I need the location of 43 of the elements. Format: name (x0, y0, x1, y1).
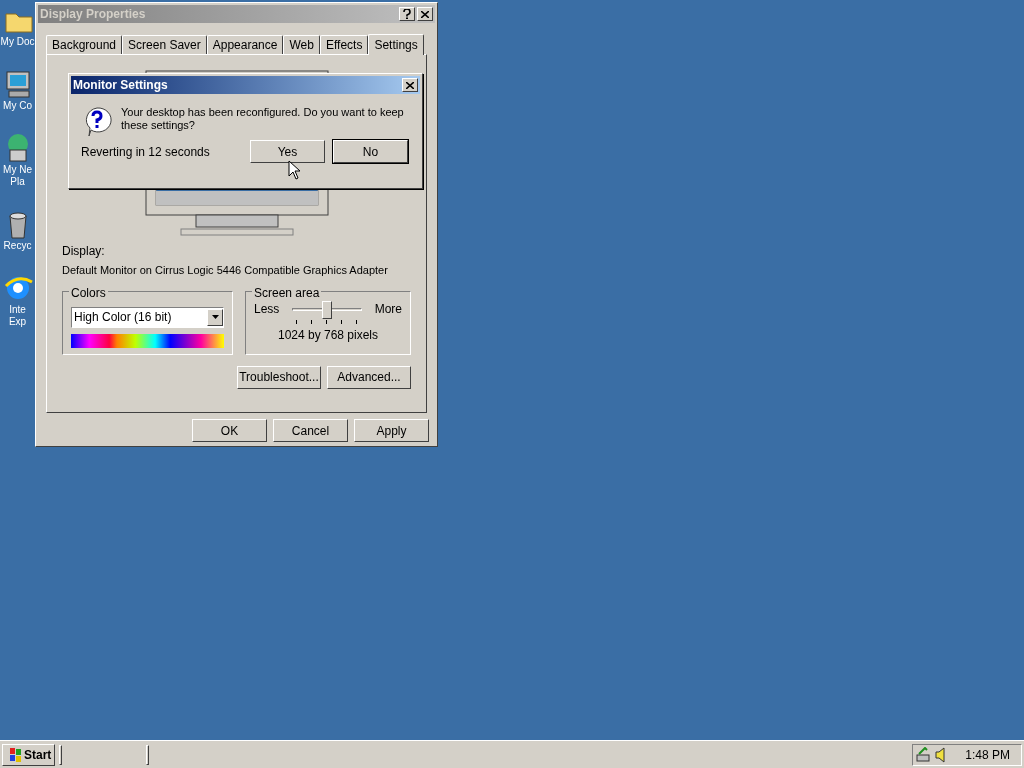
tab[interactable]: Screen Saver (122, 35, 207, 54)
close-icon (421, 10, 429, 18)
start-button[interactable]: Start (2, 743, 56, 766)
window-button[interactable]: Cancel (273, 419, 348, 442)
display-adapter: Default Monitor on Cirrus Logic 5446 Compatible Graphics Adapter (62, 263, 389, 278)
resolution-reading: 1024 by 768 pixels (277, 326, 379, 344)
panel-button[interactable]: Troubleshoot... (237, 365, 321, 389)
close-button[interactable] (417, 7, 433, 21)
icon-label: Exp (8, 316, 27, 328)
tab[interactable]: Background (46, 35, 123, 54)
icon-label: My Ne (3, 164, 32, 176)
tab[interactable]: Effects (319, 35, 369, 54)
slider-thumb[interactable] (322, 300, 332, 319)
window-button[interactable]: OK (192, 419, 267, 442)
dialog-message: Your desktop has been reconfigured. Do you want to keep these settings? (121, 106, 405, 133)
dialog-button[interactable]: Yes (250, 140, 325, 163)
dialog-button[interactable]: No (333, 140, 408, 163)
display-label: Display: (62, 243, 106, 260)
question-mark-icon (403, 9, 411, 19)
network-icon[interactable] (916, 746, 932, 763)
icon-label: Recyc (3, 240, 32, 252)
icon-label: My Doc (0, 36, 35, 48)
help-button[interactable] (399, 7, 415, 21)
more-label: More (374, 300, 402, 318)
less-label: Less (254, 300, 280, 318)
caret-icon (211, 315, 219, 319)
icon-label: Pla (10, 176, 25, 188)
countdown-text: Reverting in 12 seconds (81, 143, 211, 161)
close-icon (406, 81, 414, 89)
clock: 1:48 PM (965, 746, 1010, 764)
window-title: Monitor Settings (73, 77, 168, 94)
tab[interactable]: Settings (368, 34, 424, 55)
window-title: Display Properties (40, 6, 146, 23)
panel-button[interactable]: Advanced... (327, 365, 411, 389)
close-button[interactable] (402, 78, 418, 92)
icon-label: Inte (9, 304, 26, 316)
tab[interactable]: Web (283, 35, 320, 54)
tab[interactable]: Appearance (206, 35, 284, 54)
colors-dropdown[interactable]: High Color (16 bit) (71, 306, 224, 328)
dropdown-button[interactable] (207, 308, 223, 326)
mouse-cursor-icon (288, 160, 300, 180)
icon-label: My Co (3, 100, 32, 112)
window-button[interactable]: Apply (354, 419, 429, 442)
